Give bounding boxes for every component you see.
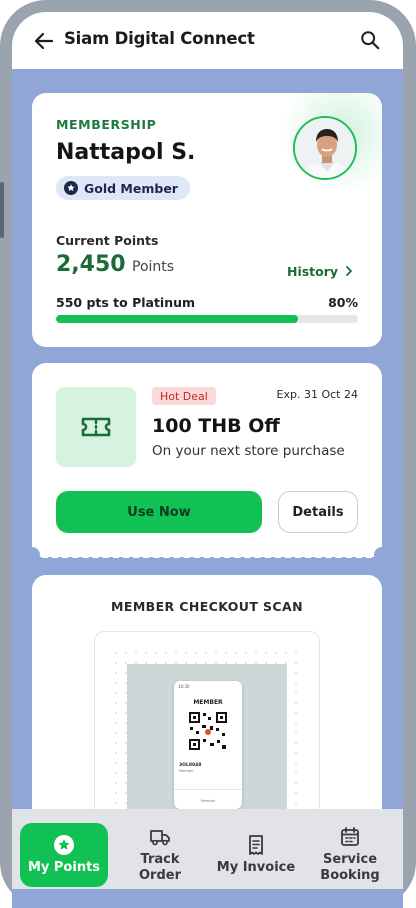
nav-my-invoice[interactable]: My Invoice [212,823,300,887]
deal-badge: Hot Deal [152,387,216,405]
nav-label: My Invoice [216,860,296,875]
tier-label: Gold Member [84,180,178,196]
phone-mockup: 10:30 MEMBER 3OL8048 Member Member [174,681,242,809]
star-circle-icon [54,835,74,855]
star-badge-icon [64,181,78,195]
progress-fill [56,315,298,323]
app-screen: Siam Digital Connect MEMBERSHIP Nattapol… [12,12,403,908]
ticket-notch-right [374,547,390,563]
coupon-icon-box [56,387,136,467]
nav-service-booking[interactable]: Service Booking [306,823,394,887]
calendar-icon [341,827,359,846]
points-unit: Points [132,259,175,275]
scan-card: MEMBER CHECKOUT SCAN 10:30 MEMBER 3OL804… [32,575,382,841]
coupon-title: 100 THB Off [152,415,280,437]
nav-label: Service Booking [320,852,380,883]
search-icon[interactable] [359,29,381,51]
points-label: Current Points [56,233,159,248]
avatar[interactable] [293,116,357,180]
qr-code-icon [188,711,228,751]
nav-track-order[interactable]: Track Order [116,823,204,887]
member-name: Nattapol S. [56,140,196,165]
use-now-button[interactable]: Use Now [56,491,262,533]
truck-icon [150,830,170,846]
bottom-navigation: My Points Track Order My Invoice Service… [12,809,403,889]
side-button [0,182,4,238]
nav-label: My Points [27,860,101,875]
coupon-expiry: Exp. 31 Oct 24 [276,388,358,401]
back-arrow-icon[interactable] [32,29,56,53]
ticket-notch-left [24,547,40,563]
progress-bar [56,315,358,323]
history-link[interactable]: History [287,264,338,279]
progress-text: 550 pts to Platinum [56,295,196,310]
page-title: Siam Digital Connect [64,29,255,48]
receipt-icon [249,835,263,855]
membership-card: MEMBERSHIP Nattapol S. Gold Member Curre… [32,93,382,347]
membership-eyebrow: MEMBERSHIP [56,117,157,132]
ticket-icon [81,417,111,437]
coupon-subtitle: On your next store purchase [152,443,345,459]
progress-percent: 80% [328,295,358,310]
mockup-divider [174,789,242,790]
ticket-perforation [42,556,372,558]
device-frame: Siam Digital Connect MEMBERSHIP Nattapol… [0,0,416,908]
mockup-row-subtitle: Member [179,769,194,773]
coupon-card: Hot Deal Exp. 31 Oct 24 100 THB Off On y… [24,363,390,563]
mockup-title: MEMBER [193,699,223,706]
nav-label: Track Order [139,852,181,883]
mockup-status-time: 10:30 [178,684,190,689]
points-value: 2,450 [56,252,126,277]
tier-badge: Gold Member [56,176,190,200]
chevron-right-icon[interactable] [343,265,355,277]
app-header: Siam Digital Connect [12,12,403,69]
nav-my-points[interactable]: My Points [20,823,108,887]
scan-title: MEMBER CHECKOUT SCAN [111,599,303,614]
mockup-footer: Member [200,799,216,803]
mockup-row-title: 3OL8048 [179,763,202,768]
details-button[interactable]: Details [278,491,358,533]
